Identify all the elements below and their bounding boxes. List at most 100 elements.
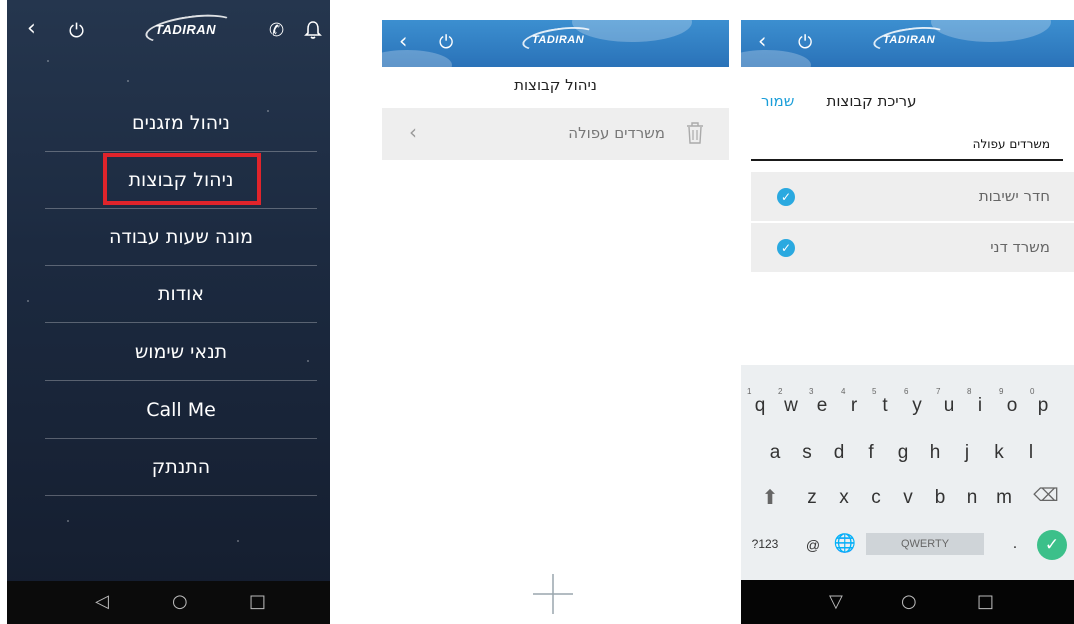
symbols-key[interactable]: ?123 <box>747 537 783 551</box>
backspace-icon[interactable]: ⌫ <box>1031 485 1061 506</box>
key-hint: 2 <box>778 387 783 396</box>
member-name: משרד דני <box>990 238 1050 256</box>
nav-back-icon[interactable]: ◁ <box>95 593 109 611</box>
key-at[interactable]: @ <box>801 537 825 553</box>
key-label: i <box>977 395 983 416</box>
key-v[interactable]: v <box>896 487 920 509</box>
menu-item-call-me[interactable]: Call Me <box>45 382 317 439</box>
background-star <box>237 540 239 542</box>
key-w[interactable]: 2w <box>778 387 803 417</box>
key-r[interactable]: 4r <box>841 387 866 417</box>
key-i[interactable]: 8i <box>967 387 992 417</box>
group-name-field[interactable]: משרדים עפולה <box>973 137 1050 151</box>
menu-item-label: התנתק <box>151 456 211 478</box>
back-icon[interactable]: ‹ <box>758 30 766 52</box>
add-group-icon[interactable] <box>531 572 575 616</box>
header-bar: ‹ ⏻ TADIRAN <box>382 20 729 67</box>
power-icon[interactable]: ⏻ <box>69 20 84 42</box>
key-y[interactable]: 6y <box>904 387 929 417</box>
key-k[interactable]: k <box>987 442 1011 464</box>
key-period[interactable]: . <box>1003 535 1027 553</box>
brand-logo: TADIRAN <box>871 22 949 56</box>
bell-icon[interactable] <box>304 20 322 46</box>
trash-icon[interactable] <box>686 122 704 148</box>
bell-icon-svg <box>304 21 322 39</box>
nav-recents-icon[interactable]: □ <box>977 593 994 611</box>
menu-item-label: תנאי שימוש <box>134 341 228 363</box>
key-b[interactable]: b <box>928 487 952 509</box>
globe-icon[interactable]: 🌐 <box>833 533 857 554</box>
key-s[interactable]: s <box>795 442 819 464</box>
key-m[interactable]: m <box>992 487 1016 509</box>
back-icon[interactable]: ‹ <box>399 30 407 52</box>
logo-swoosh <box>143 9 237 49</box>
menu-item-terms[interactable]: תנאי שימוש <box>45 324 317 381</box>
menu-item-about[interactable]: אודות <box>45 266 317 323</box>
key-label: p <box>1037 395 1049 416</box>
key-label: e <box>816 395 828 416</box>
background-star <box>27 300 29 302</box>
shift-icon[interactable]: ⬆ <box>758 485 782 510</box>
brand-logo: TADIRAN <box>143 9 237 49</box>
power-icon[interactable]: ⏻ <box>798 32 812 54</box>
menu-item-label: מונה שעות עבודה <box>108 226 254 248</box>
key-u[interactable]: 7u <box>936 387 961 417</box>
key-p[interactable]: 0p <box>1030 387 1055 417</box>
key-label: q <box>754 395 766 416</box>
key-d[interactable]: d <box>827 442 851 464</box>
logo-swoosh <box>871 22 949 56</box>
page-title: ניהול קבוצות <box>514 76 597 94</box>
logo-swoosh <box>520 22 598 56</box>
group-name: משרדים עפולה <box>568 124 665 142</box>
key-e[interactable]: 3e <box>809 387 834 417</box>
key-t[interactable]: 5t <box>872 387 897 417</box>
key-a[interactable]: a <box>763 442 787 464</box>
key-hint: 5 <box>872 387 877 396</box>
member-row[interactable]: ✓ משרד דני <box>751 223 1074 272</box>
menu-item-logout[interactable]: התנתק <box>45 439 317 496</box>
group-name-field-underline <box>751 159 1063 161</box>
key-label: w <box>784 395 798 416</box>
key-label: t <box>882 395 888 416</box>
check-icon[interactable]: ✓ <box>777 188 795 206</box>
page-title: עריכת קבוצות <box>826 92 917 110</box>
phone-icon[interactable]: ✆ <box>269 20 284 42</box>
key-hint: 0 <box>1030 387 1035 396</box>
android-nav-bar: ◁ ○ □ <box>7 581 330 624</box>
check-icon[interactable]: ✓ <box>777 239 795 257</box>
nav-back-icon[interactable]: ▽ <box>829 593 843 611</box>
nav-home-icon[interactable]: ○ <box>172 593 188 611</box>
key-z[interactable]: z <box>800 487 824 509</box>
key-c[interactable]: c <box>864 487 888 509</box>
trash-icon-svg <box>687 122 703 144</box>
power-icon[interactable]: ⏻ <box>439 32 453 54</box>
edit-group-screen: ‹ ⏻ TADIRAN שמור עריכת קבוצות משרדים עפו… <box>741 20 1074 624</box>
background-star <box>47 60 49 62</box>
key-hint: 9 <box>999 387 1004 396</box>
group-row[interactable]: ‹ משרדים עפולה <box>382 108 729 160</box>
enter-check-icon[interactable]: ✓ <box>1037 530 1067 560</box>
key-j[interactable]: j <box>955 442 979 464</box>
back-icon[interactable]: ‹ <box>27 18 36 40</box>
menu-item-label: אודות <box>158 283 204 305</box>
space-key[interactable]: QWERTY <box>866 533 984 555</box>
member-row[interactable]: ✓ חדר ישיבות <box>751 172 1074 221</box>
key-label: y <box>912 395 922 416</box>
menu-item-label: ניהול מזגנים <box>131 112 231 134</box>
key-label: o <box>1006 395 1018 416</box>
key-n[interactable]: n <box>960 487 984 509</box>
key-f[interactable]: f <box>859 442 883 464</box>
menu-item-hours-counter[interactable]: מונה שעות עבודה <box>45 209 317 266</box>
key-q[interactable]: 1q <box>747 387 772 417</box>
nav-home-icon[interactable]: ○ <box>901 593 917 611</box>
menu-item-manage-ac[interactable]: ניהול מזגנים <box>45 95 317 152</box>
android-nav-bar: ▽ ○ □ <box>741 580 1074 624</box>
brand-logo: TADIRAN <box>520 22 598 56</box>
key-x[interactable]: x <box>832 487 856 509</box>
nav-recents-icon[interactable]: □ <box>249 593 266 611</box>
key-h[interactable]: h <box>923 442 947 464</box>
key-l[interactable]: l <box>1019 442 1043 464</box>
key-g[interactable]: g <box>891 442 915 464</box>
chevron-left-icon[interactable]: ‹ <box>409 121 417 143</box>
key-o[interactable]: 9o <box>999 387 1024 417</box>
